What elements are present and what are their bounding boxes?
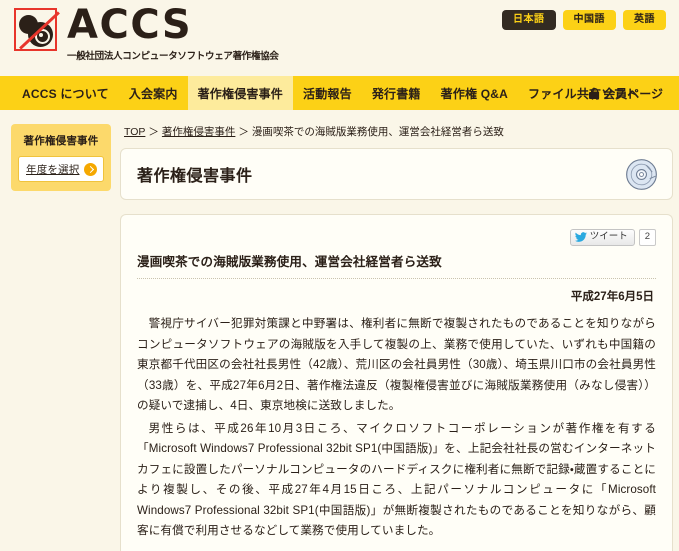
article-paragraph-2: 男性らは、平成26年10月3日ころ、マイクロソフトコーポレーションが著作権を有す…	[137, 419, 656, 542]
sidebar: 著作権侵害事件 年度を選択	[0, 124, 120, 551]
year-select[interactable]: 年度を選択	[18, 156, 104, 182]
page-title-panel: 著作権侵害事件	[120, 148, 673, 200]
article-panel: ツイート 2 漫画喫茶での海賊版業務使用、運営会社経営者ら送致 平成27年6月5…	[120, 214, 673, 551]
nav-item-member-page[interactable]: 会員ページ	[589, 76, 663, 110]
twitter-bird-icon	[575, 232, 587, 242]
nav-item-publications[interactable]: 発行書籍	[362, 76, 431, 110]
language-button-english[interactable]: 英語	[623, 10, 666, 30]
logo-acronym: ACCS	[67, 5, 279, 45]
share-row: ツイート 2	[137, 227, 656, 247]
nav-member-label: 会員ページ	[603, 85, 663, 102]
page-title: 著作権侵害事件	[137, 162, 253, 186]
nav-item-infringement-cases[interactable]: 著作権侵害事件	[188, 76, 293, 110]
breadcrumb-link-top[interactable]: TOP	[124, 126, 145, 138]
logo-subtitle: 一般社団法人コンピュータソフトウェア著作権協会	[67, 48, 279, 62]
nav-item-activity-report[interactable]: 活動報告	[293, 76, 362, 110]
page-body: 著作権侵害事件 年度を選択 TOP＞著作権侵害事件＞漫画喫茶での海賊版業務使用、…	[0, 110, 679, 551]
year-select-label: 年度を選択	[26, 162, 80, 177]
lock-icon	[589, 88, 598, 99]
language-button-japanese[interactable]: 日本語	[502, 10, 556, 30]
main-navigation: ACCS について 入会案内 著作権侵害事件 活動報告 発行書籍 著作権 Q&A…	[0, 76, 679, 110]
breadcrumb-separator-2: ＞	[235, 126, 252, 138]
article-heading: 漫画喫茶での海賊版業務使用、運営会社経営者ら送致	[137, 247, 656, 279]
sidebar-box-title: 著作権侵害事件	[18, 130, 104, 156]
tweet-count[interactable]: 2	[639, 229, 656, 246]
language-button-chinese[interactable]: 中国語	[563, 10, 617, 30]
article-paragraph-1: 警視庁サイバー犯罪対策課と中野署は、権利者に無断で複製されたものであることを知り…	[137, 314, 656, 417]
cd-disc-icon	[625, 158, 658, 191]
sidebar-box-infringement-cases: 著作権侵害事件 年度を選択	[11, 124, 111, 191]
breadcrumb: TOP＞著作権侵害事件＞漫画喫茶での海賊版業務使用、運営会社経営者ら送致	[120, 124, 673, 148]
nav-item-about[interactable]: ACCS について	[12, 76, 119, 110]
tweet-button[interactable]: ツイート	[570, 229, 635, 246]
breadcrumb-link-section[interactable]: 著作権侵害事件	[162, 126, 236, 138]
article-date: 平成27年6月5日	[137, 279, 656, 314]
accs-logo-mark-icon	[14, 8, 57, 51]
logo-text-block: ACCS 一般社団法人コンピュータソフトウェア著作権協会	[67, 5, 279, 62]
breadcrumb-current: 漫画喫茶での海賊版業務使用、運営会社経営者ら送致	[252, 126, 504, 138]
arrow-right-circle-icon	[84, 163, 97, 176]
main-content: TOP＞著作権侵害事件＞漫画喫茶での海賊版業務使用、運営会社経営者ら送致 著作権…	[120, 124, 679, 551]
nav-item-membership[interactable]: 入会案内	[119, 76, 188, 110]
site-logo[interactable]: ACCS 一般社団法人コンピュータソフトウェア著作権協会	[14, 8, 279, 62]
language-switcher: 日本語 中国語 英語	[502, 10, 666, 30]
site-header: ACCS 一般社団法人コンピュータソフトウェア著作権協会 日本語 中国語 英語	[0, 0, 679, 76]
breadcrumb-separator-1: ＞	[145, 126, 162, 138]
nav-item-copyright-qa[interactable]: 著作権 Q&A	[431, 76, 518, 110]
tweet-button-label: ツイート	[590, 231, 628, 243]
